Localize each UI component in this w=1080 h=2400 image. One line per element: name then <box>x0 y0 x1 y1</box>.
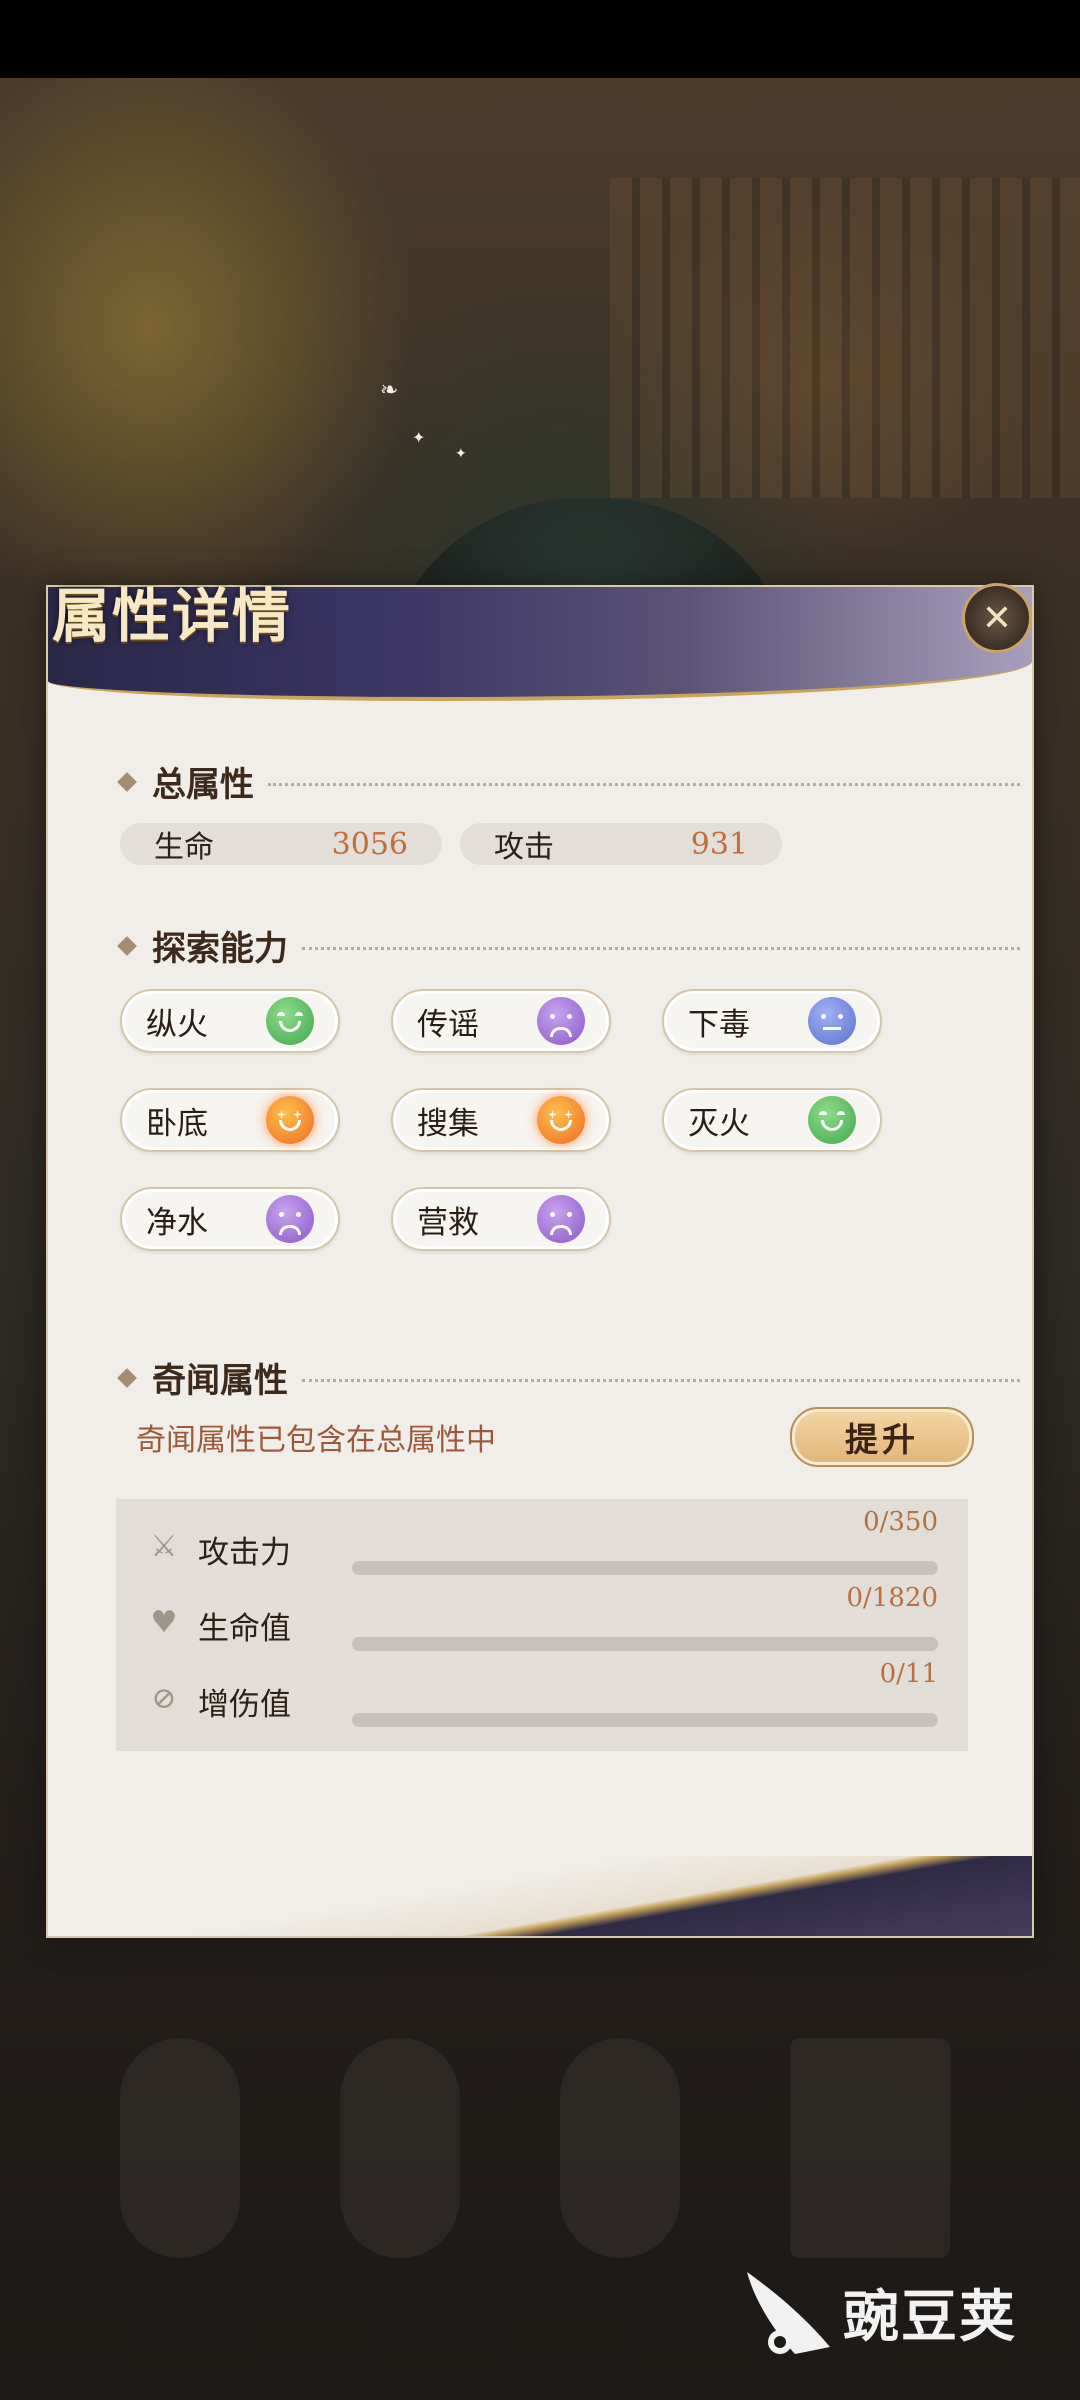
progress-bar <box>352 1561 938 1575</box>
bonus-row-attack: ⚔ 攻击力 0/350 <box>116 1507 968 1577</box>
ability-name: 灭火 <box>688 1105 750 1142</box>
status-bar <box>0 0 1080 78</box>
sparkle-icon: ✦ <box>412 428 426 447</box>
bonus-label: 增伤值 <box>198 1687 291 1723</box>
close-button[interactable]: ✕ <box>962 583 1032 653</box>
ability-collect[interactable]: 搜集 <box>391 1088 611 1152</box>
panel-header: 属性详情 ✕ <box>48 582 1032 701</box>
attribute-detail-panel: 属性详情 ✕ 总属性 生命 3056 攻击 931 探索能力 纵火 传谣 下毒 … <box>46 582 1034 1938</box>
divider <box>302 947 1020 950</box>
happy-face-icon <box>808 1096 856 1144</box>
watermark: 豌豆荚 <box>735 2262 1017 2362</box>
bonus-value: 0/11 <box>879 1659 938 1689</box>
stat-name: 生命 <box>154 830 214 865</box>
stat-attack: 攻击 931 <box>460 823 782 865</box>
section-title: 总属性 <box>152 765 254 805</box>
sad-face-icon <box>537 997 585 1045</box>
background-slot <box>560 2038 680 2258</box>
ability-rumor[interactable]: 传谣 <box>391 989 611 1053</box>
ability-purify-water[interactable]: 净水 <box>120 1187 340 1251</box>
qiwen-description: 奇闻属性已包含在总属性中 <box>136 1423 496 1458</box>
sword-icon: ⚔ <box>150 1529 178 1564</box>
ability-name: 搜集 <box>417 1105 479 1142</box>
damage-up-icon: ⊘ <box>151 1681 177 1716</box>
bonus-row-hp: ♥ 生命值 0/1820 <box>116 1583 968 1653</box>
background-bookshelf <box>610 178 1080 498</box>
ability-name: 传谣 <box>417 1006 479 1043</box>
bonus-label: 生命值 <box>198 1611 291 1647</box>
panel-footer-decoration <box>48 1856 1032 1936</box>
neutral-face-icon <box>808 997 856 1045</box>
heart-plus-icon: ♥ <box>150 1605 178 1640</box>
bonus-value: 0/350 <box>863 1507 938 1537</box>
pea-pod-logo-icon <box>735 2262 835 2362</box>
stat-name: 攻击 <box>494 830 554 865</box>
background-slot <box>790 2038 950 2258</box>
stat-value: 3056 <box>331 826 408 862</box>
ability-name: 净水 <box>146 1204 208 1241</box>
ability-name: 卧底 <box>146 1105 208 1142</box>
watermark-text: 豌豆荚 <box>843 2284 1017 2350</box>
bonus-value: 0/1820 <box>846 1583 938 1613</box>
panel-title: 属性详情 <box>52 582 293 650</box>
diamond-icon <box>117 935 137 956</box>
sparkle-icon: ✦ <box>455 446 467 462</box>
diamond-icon <box>117 1367 137 1388</box>
happy-face-icon <box>266 997 314 1045</box>
excited-face-icon <box>537 1096 585 1144</box>
ability-name: 纵火 <box>146 1006 208 1043</box>
stat-value: 931 <box>690 826 748 862</box>
ability-name: 下毒 <box>688 1006 750 1043</box>
divider <box>268 783 1020 786</box>
stat-hp: 生命 3056 <box>120 823 442 865</box>
exploration-header: 探索能力 <box>117 921 1020 970</box>
diamond-icon <box>117 771 137 792</box>
ability-arson[interactable]: 纵火 <box>120 989 340 1053</box>
progress-bar <box>352 1713 938 1727</box>
progress-bar <box>352 1637 938 1651</box>
total-attributes-header: 总属性 <box>117 757 1020 806</box>
ability-rescue[interactable]: 营救 <box>391 1187 611 1251</box>
divider <box>302 1379 1020 1382</box>
close-icon: ✕ <box>981 597 1013 639</box>
bonus-row-damage: ⊘ 增伤值 0/11 <box>116 1659 968 1729</box>
qiwen-bonus-box: ⚔ 攻击力 0/350 ♥ 生命值 0/1820 ⊘ 增伤值 0/11 <box>116 1499 968 1751</box>
background-slot <box>340 2038 460 2258</box>
ability-undercover[interactable]: 卧底 <box>120 1088 340 1152</box>
ability-poison[interactable]: 下毒 <box>662 989 882 1053</box>
excited-face-icon <box>266 1096 314 1144</box>
raise-button[interactable]: 提升 <box>790 1407 974 1467</box>
ability-name: 营救 <box>417 1204 479 1241</box>
section-title: 奇闻属性 <box>152 1361 288 1401</box>
sad-face-icon <box>266 1195 314 1243</box>
section-title: 探索能力 <box>152 929 288 969</box>
qiwen-header: 奇闻属性 <box>117 1353 1020 1402</box>
background-slot <box>120 2038 240 2258</box>
sad-face-icon <box>537 1195 585 1243</box>
bonus-label: 攻击力 <box>198 1535 291 1571</box>
sparkle-icon: ❧ <box>380 378 399 403</box>
ability-extinguish[interactable]: 灭火 <box>662 1088 882 1152</box>
